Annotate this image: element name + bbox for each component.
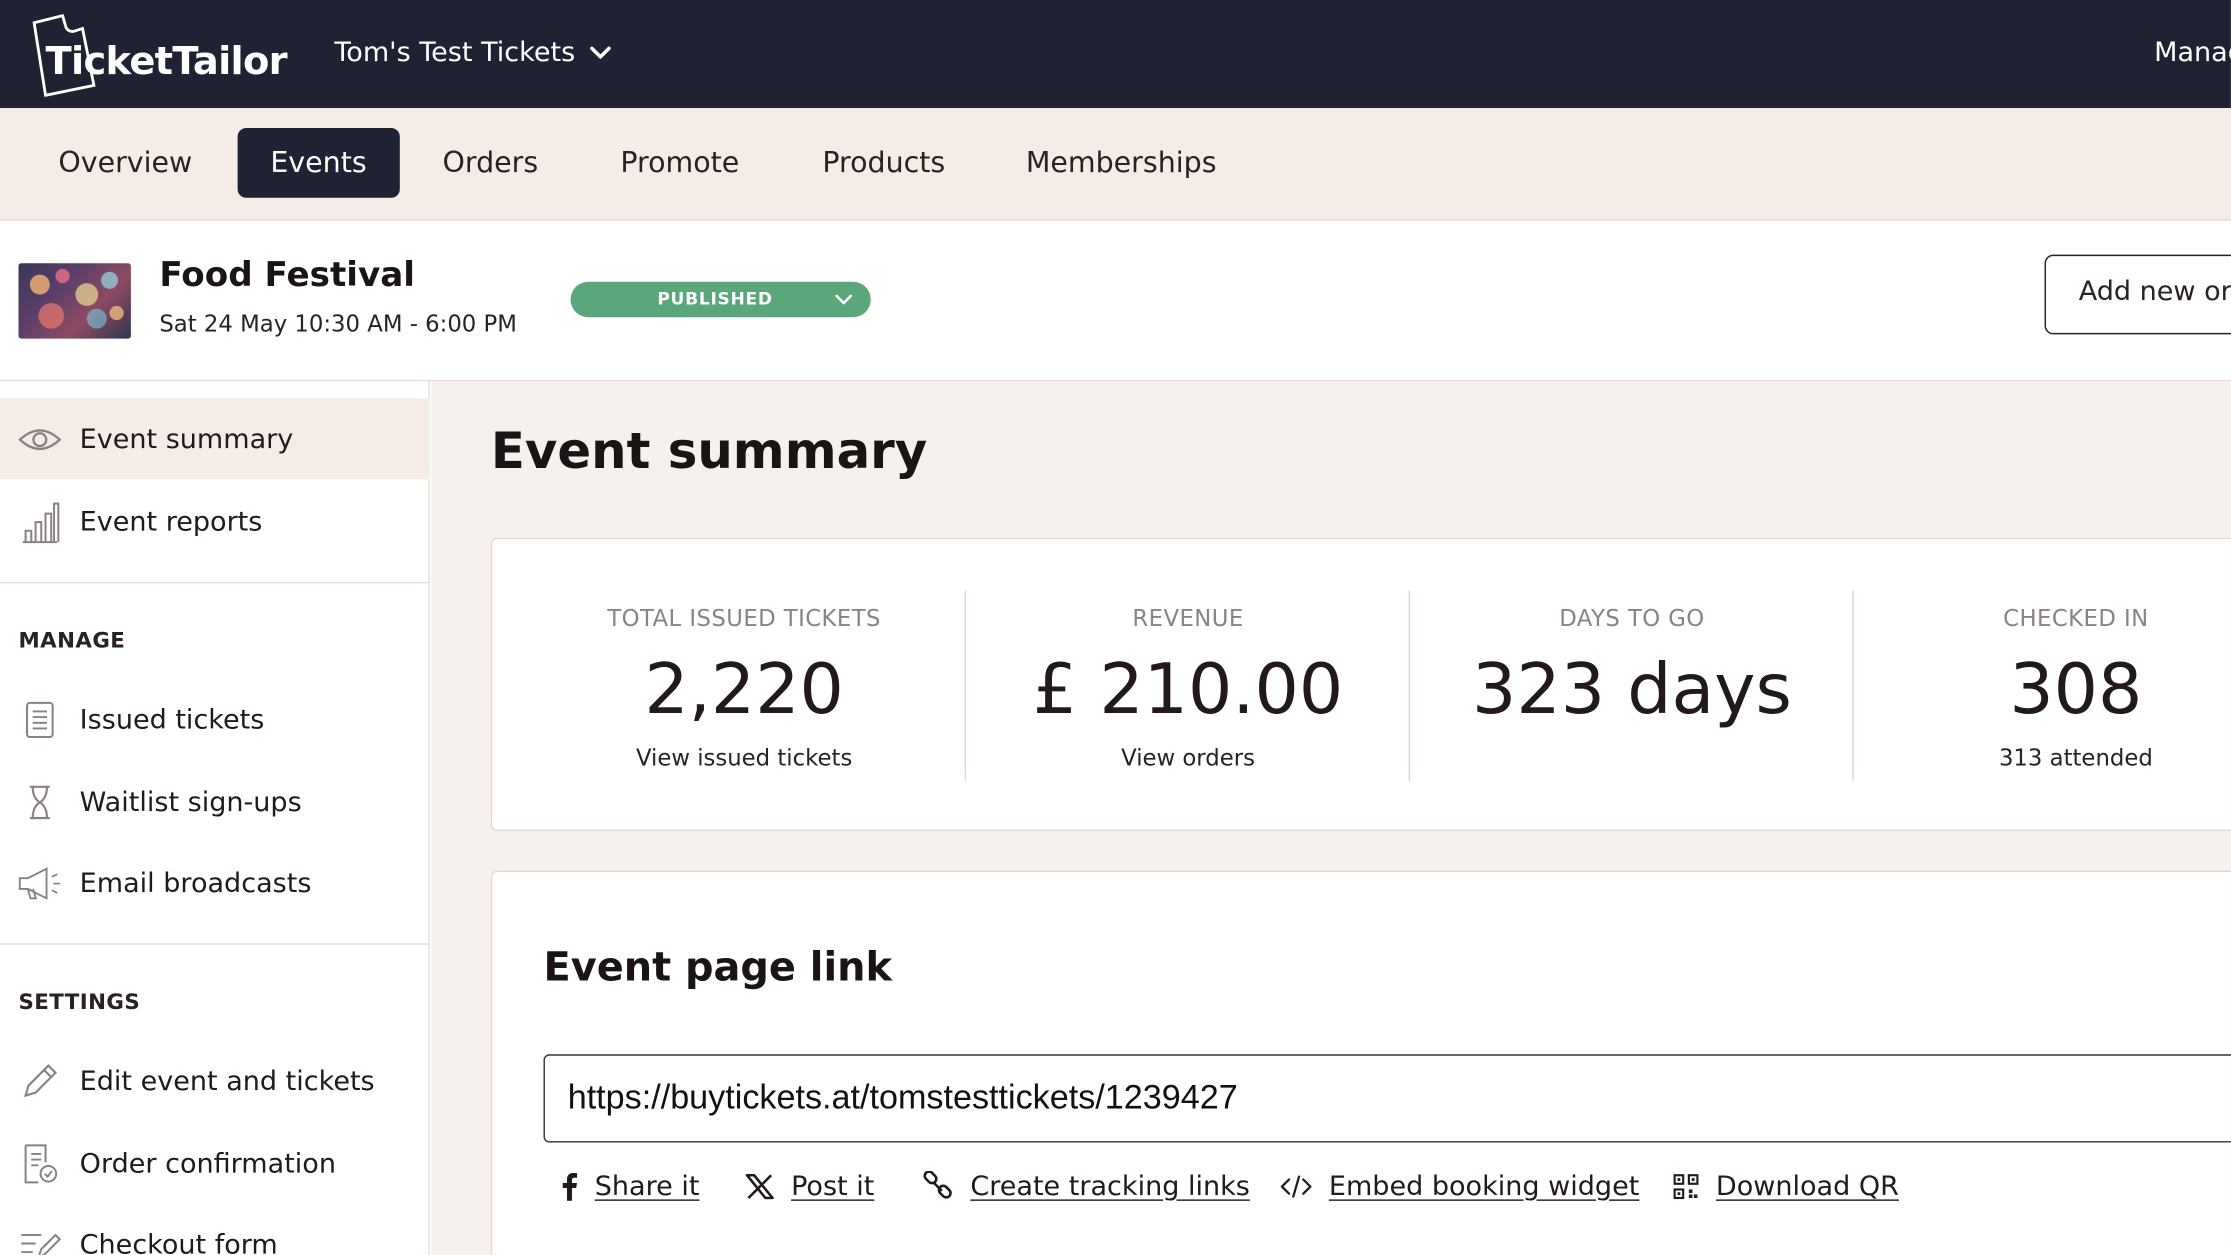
eye-icon (17, 416, 63, 462)
tab-promote[interactable]: Promote (588, 128, 772, 198)
sidebar-item-event-reports[interactable]: Event reports (0, 481, 430, 562)
stats-card: TOTAL ISSUED TICKETS 2,220 View issued t… (490, 537, 2231, 831)
add-new-order-button[interactable]: Add new or (2044, 254, 2231, 335)
stat-caption: DAYS TO GO (1559, 604, 1705, 632)
tab-memberships[interactable]: Memberships (993, 128, 1249, 198)
sidebar-item-label: Checkout form (79, 1228, 278, 1255)
sidebar-item-label: Event reports (79, 505, 263, 538)
sidebar-item-event-summary[interactable]: Event summary (0, 398, 430, 480)
event-sidebar: Event summary Event reports MANAGE Issue… (0, 381, 430, 1255)
stat-value: 308 (2009, 648, 2143, 730)
share-it-link[interactable]: Share it (561, 1165, 700, 1208)
view-orders-link[interactable]: View orders (966, 744, 1410, 771)
event-title: Food Festival (159, 254, 416, 295)
sidebar-item-label: Email broadcasts (79, 867, 312, 899)
post-it-link[interactable]: Post it (745, 1165, 875, 1208)
stat-days-to-go: DAYS TO GO 323 days (1410, 590, 1854, 781)
sidebar-divider (0, 943, 430, 945)
link-icon (923, 1170, 952, 1199)
form-edit-icon (17, 1221, 63, 1255)
action-label: Embed booking widget (1328, 1170, 1640, 1203)
action-label: Post it (791, 1170, 875, 1203)
sidebar-item-label: Waitlist sign-ups (79, 786, 302, 818)
tab-products[interactable]: Products (790, 128, 978, 198)
section-title: Event page link (543, 943, 892, 991)
logo-text: TicketTailor (45, 39, 288, 84)
megaphone-icon (17, 860, 63, 906)
action-label: Download QR (1715, 1170, 1899, 1203)
stat-caption: REVENUE (1132, 604, 1244, 632)
sidebar-item-email-broadcasts[interactable]: Email broadcasts (0, 842, 430, 923)
account-switcher[interactable]: Tom's Test Tickets (334, 37, 612, 68)
stat-value: 2,220 (644, 648, 844, 730)
event-page-link-card: Event page link https://buytickets.at/to… (490, 870, 2231, 1255)
stat-caption: CHECKED IN (2003, 604, 2149, 632)
event-url-field[interactable]: https://buytickets.at/tomstesttickets/12… (543, 1054, 2231, 1143)
sidebar-item-issued-tickets[interactable]: Issued tickets (0, 679, 430, 760)
stat-caption: TOTAL ISSUED TICKETS (607, 604, 881, 632)
manage-menu-link[interactable]: Manag (2154, 37, 2231, 68)
sidebar-item-label: Issued tickets (79, 703, 265, 735)
event-thumbnail (18, 263, 131, 339)
tab-orders[interactable]: Orders (410, 128, 571, 198)
account-name: Tom's Test Tickets (334, 36, 576, 69)
create-tracking-links-link[interactable]: Create tracking links (922, 1165, 1250, 1208)
page-title: Event summary (490, 423, 928, 481)
code-icon (1280, 1175, 1312, 1198)
pencil-icon (17, 1058, 63, 1104)
hourglass-icon (17, 779, 63, 825)
status-label: PUBLISHED (657, 288, 773, 309)
bar-chart-icon (17, 499, 63, 545)
event-date: Sat 24 May 10:30 AM - 6:00 PM (159, 310, 517, 338)
tab-overview[interactable]: Overview (26, 128, 225, 198)
facebook-icon (562, 1172, 578, 1201)
top-navigation-bar: TicketTailor Tom's Test Tickets Manag (0, 0, 2231, 109)
chevron-down-icon (590, 46, 612, 59)
stat-value: £ 210.00 (1032, 648, 1344, 730)
chevron-down-icon (835, 294, 853, 305)
event-header: Food Festival Sat 24 May 10:30 AM - 6:00… (0, 220, 2231, 382)
stat-checked-in: CHECKED IN 308 313 attended (1854, 590, 2231, 781)
stat-revenue: REVENUE £ 210.00 View orders (966, 590, 1410, 781)
document-check-icon (17, 1140, 63, 1186)
sidebar-item-edit-event[interactable]: Edit event and tickets (0, 1040, 430, 1121)
action-label: Share it (594, 1170, 700, 1203)
main-content: Event summary TOTAL ISSUED TICKETS 2,220… (431, 381, 2231, 1255)
sidebar-section-settings: SETTINGS (18, 988, 141, 1015)
stat-value: 323 days (1472, 648, 1792, 730)
embed-booking-widget-link[interactable]: Embed booking widget (1280, 1165, 1640, 1208)
stat-total-issued-tickets: TOTAL ISSUED TICKETS 2,220 View issued t… (522, 590, 966, 781)
sidebar-section-manage: MANAGE (18, 627, 126, 654)
tab-events[interactable]: Events (237, 128, 400, 198)
qr-code-icon (1673, 1174, 1699, 1200)
sidebar-item-order-confirmation[interactable]: Order confirmation (0, 1123, 430, 1204)
action-label: Create tracking links (970, 1170, 1250, 1203)
sidebar-item-label: Edit event and tickets (79, 1064, 375, 1097)
ticket-tailor-logo[interactable]: TicketTailor (26, 14, 288, 97)
view-issued-tickets-link[interactable]: View issued tickets (522, 744, 966, 771)
sidebar-divider (0, 581, 430, 584)
main-tabs: Overview Events Orders Promote Products … (0, 108, 2231, 221)
stat-attended: 313 attended (1998, 744, 2153, 772)
download-qr-link[interactable]: Download QR (1673, 1165, 1899, 1208)
sidebar-item-label: Order confirmation (79, 1147, 336, 1179)
sidebar-item-checkout-form[interactable]: Checkout form (0, 1204, 430, 1255)
sidebar-item-label: Event summary (79, 423, 294, 455)
x-icon (745, 1173, 774, 1200)
sidebar-item-waitlist[interactable]: Waitlist sign-ups (0, 761, 430, 842)
event-status-dropdown[interactable]: PUBLISHED (570, 281, 871, 318)
ticket-list-icon (17, 696, 63, 742)
